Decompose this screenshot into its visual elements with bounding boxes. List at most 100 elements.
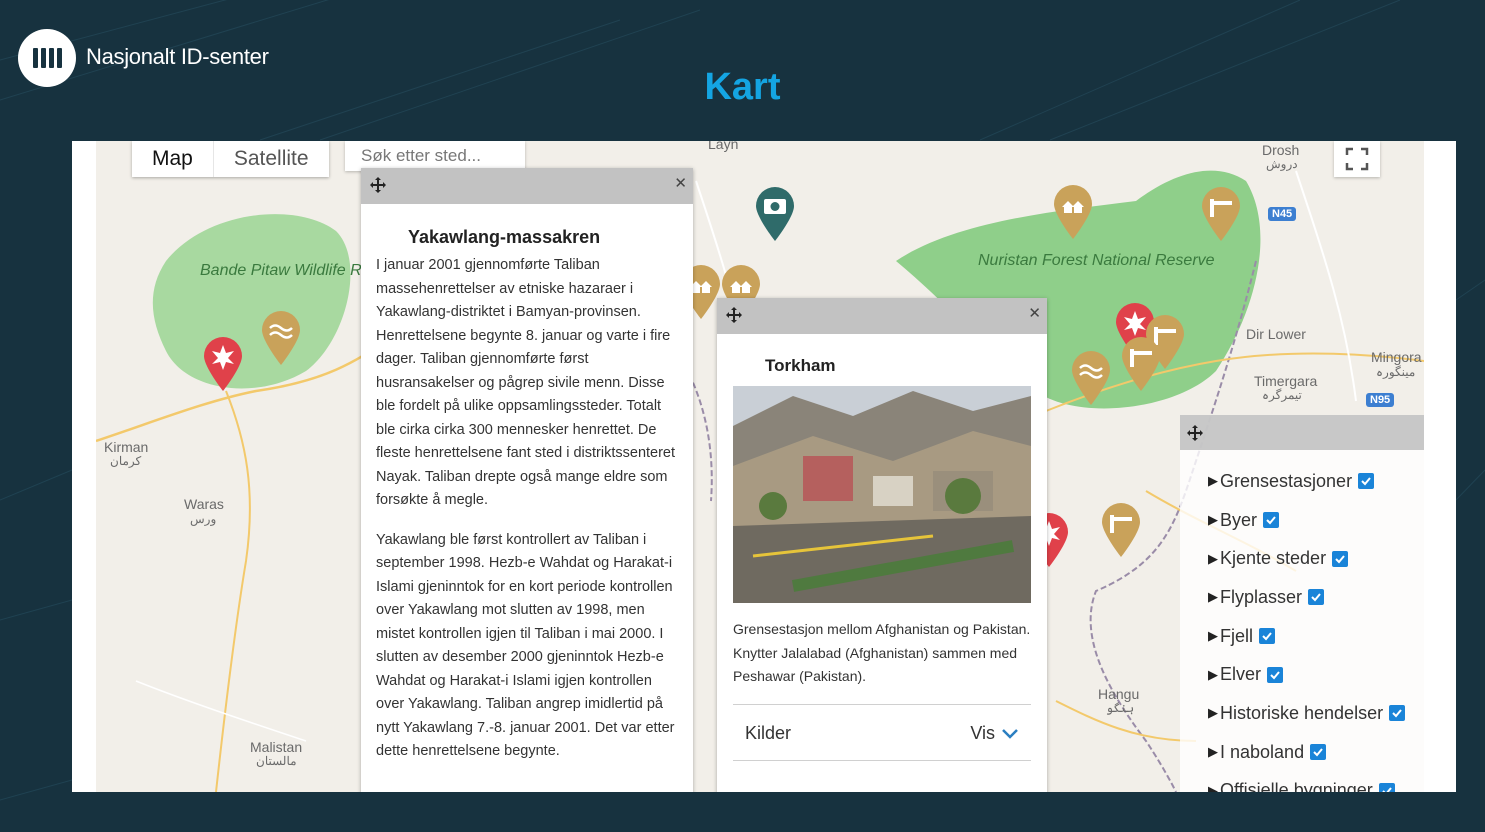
label-malistan: Malistan — [250, 739, 303, 755]
place-search-input[interactable]: Søk etter sted... — [345, 141, 525, 171]
expand-triangle-icon[interactable]: ▶ — [1208, 551, 1218, 567]
sources-toggle[interactable]: Vis — [970, 723, 1019, 744]
label-waras: Waras — [184, 496, 224, 512]
layer-fjell[interactable]: ▶ Fjell — [1180, 617, 1424, 656]
gate-icon[interactable] — [1100, 503, 1142, 557]
move-icon[interactable] — [1186, 424, 1204, 442]
label-hangu-local: ہنگو — [1106, 701, 1135, 715]
label-kirman: Kirman — [104, 439, 149, 455]
check-icon — [1335, 555, 1345, 564]
popup-drag-bar[interactable] — [1180, 415, 1424, 450]
layer-checkbox[interactable] — [1358, 473, 1375, 490]
check-icon — [1361, 477, 1371, 486]
gate-icon[interactable] — [1200, 187, 1242, 241]
check-icon — [1311, 593, 1321, 602]
sources-toggle-label: Vis — [970, 723, 995, 743]
label-drosh: Drosh — [1262, 142, 1300, 158]
popup-drag-bar[interactable]: ✕ — [361, 168, 693, 204]
map-type-control: Map Satellite — [132, 141, 329, 177]
expand-triangle-icon[interactable]: ▶ — [1208, 744, 1218, 760]
map-type-map-button[interactable]: Map — [132, 141, 213, 177]
layer-checkbox[interactable] — [1267, 666, 1284, 683]
popup-body: I januar 2001 gjennomførte Taliban masse… — [376, 254, 683, 764]
layer-checkbox[interactable] — [1378, 782, 1395, 792]
road-badge-n95: N95 — [1366, 393, 1395, 407]
sources-label: Kilder — [745, 723, 792, 743]
label-hangu: Hangu — [1098, 686, 1140, 702]
popup-description: Grensestasjon mellom Afghanistan og Paki… — [733, 621, 1031, 684]
label-mingora-local: مینگورہ — [1376, 365, 1416, 379]
expand-triangle-icon[interactable]: ▶ — [1208, 512, 1218, 528]
expand-triangle-icon[interactable]: ▶ — [1208, 628, 1218, 644]
label-timergara: Timergara — [1254, 373, 1318, 389]
layer-label: Grensestasjoner — [1220, 470, 1353, 491]
sources-accordion[interactable]: Kilder Vis — [733, 704, 1031, 761]
check-icon — [1262, 632, 1272, 641]
layer-elver[interactable]: ▶ Elver — [1180, 655, 1424, 694]
camera-icon[interactable] — [754, 187, 796, 241]
expand-triangle-icon[interactable]: ▶ — [1208, 667, 1218, 683]
check-icon — [1270, 671, 1280, 680]
map-type-satellite-button[interactable]: Satellite — [212, 141, 329, 177]
logo-mark-icon — [32, 48, 62, 68]
popup-paragraph: Yakawlang ble først kontrollert av Talib… — [376, 531, 675, 760]
close-icon[interactable]: ✕ — [674, 176, 687, 191]
popup-paragraph: I januar 2001 gjennomførte Taliban masse… — [376, 257, 676, 508]
popup-torkham: ✕ Torkham Grensestasjon mellom Afghanist… — [717, 298, 1047, 792]
layer-label: Kjente steder — [1220, 548, 1327, 569]
popup-title: Torkham — [765, 356, 836, 375]
road-badge-n45: N45 — [1268, 207, 1297, 221]
layer-label: Elver — [1220, 664, 1262, 685]
map-canvas[interactable]: Bande Pitaw Wildlife Refuge Nuristan For… — [96, 141, 1424, 792]
layer-checkbox[interactable] — [1259, 628, 1276, 645]
popup-drag-bar[interactable]: ✕ — [717, 298, 1047, 334]
gate-icon[interactable] — [1120, 337, 1162, 391]
label-kirman-local: کرمان — [110, 454, 142, 468]
layer-checkbox[interactable] — [1310, 744, 1327, 761]
expand-triangle-icon[interactable]: ▶ — [1208, 473, 1218, 489]
layer-kjente-steder[interactable]: ▶ Kjente steder — [1180, 539, 1424, 578]
layer-checkbox[interactable] — [1332, 550, 1349, 567]
layer-byer[interactable]: ▶ Byer — [1180, 501, 1424, 540]
label-nuristan: Nuristan Forest National Reserve — [978, 252, 1215, 269]
chevron-down-icon — [1002, 728, 1018, 739]
layer-list: ▶ Grensestasjoner ▶ Byer ▶ Kjente steder ▶ F… — [1180, 450, 1424, 792]
house-icon[interactable] — [1052, 185, 1094, 239]
layer-label: Fjell — [1220, 625, 1254, 646]
move-icon[interactable] — [725, 306, 743, 324]
layer-checkbox[interactable] — [1389, 705, 1406, 722]
check-icon — [1382, 787, 1392, 792]
river-icon[interactable] — [1070, 351, 1112, 405]
close-icon[interactable]: ✕ — [1028, 306, 1041, 321]
fullscreen-button[interactable] — [1334, 141, 1380, 177]
popup-title: Yakawlang-massakren — [408, 227, 601, 247]
layer-checkbox[interactable] — [1308, 589, 1325, 606]
label-dir-lower: Dir Lower — [1246, 326, 1306, 342]
layer-label: Historiske hendelser — [1220, 702, 1384, 723]
layers-panel: ▶ Grensestasjoner ▶ Byer ▶ Kjente steder ▶ F… — [1180, 415, 1424, 792]
label-drosh-local: دروش — [1266, 157, 1298, 171]
expand-triangle-icon[interactable]: ▶ — [1208, 589, 1218, 605]
torkham-photo — [733, 386, 1031, 603]
check-icon — [1392, 709, 1402, 718]
check-icon — [1266, 516, 1276, 525]
label-malistan-local: مالستان — [256, 754, 297, 768]
page-title: Kart — [704, 66, 781, 108]
river-icon[interactable] — [260, 311, 302, 365]
layer-flyplasser[interactable]: ▶ Flyplasser — [1180, 578, 1424, 617]
fullscreen-icon — [1345, 147, 1369, 171]
label-waras-local: ورس — [190, 512, 217, 526]
check-icon — [1313, 748, 1323, 757]
layer-grensestasjoner[interactable]: ▶ Grensestasjoner — [1180, 462, 1424, 501]
layer-checkbox[interactable] — [1263, 512, 1280, 529]
expand-triangle-icon[interactable]: ▶ — [1208, 705, 1218, 721]
popup-yakawlang: ✕ Yakawlang-massakren I januar 2001 gjen… — [361, 168, 693, 792]
move-icon[interactable] — [369, 176, 387, 194]
layer-label: Offisielle bygninger — [1220, 780, 1373, 792]
star-icon[interactable] — [202, 337, 244, 391]
expand-triangle-icon[interactable]: ▶ — [1208, 783, 1218, 792]
layer-offisielle-bygninger[interactable]: ▶ Offisielle bygninger — [1180, 772, 1424, 792]
layer-label: Byer — [1220, 509, 1258, 530]
layer-i-naboland[interactable]: ▶ I naboland — [1180, 733, 1424, 772]
layer-historiske-hendelser[interactable]: ▶ Historiske hendelser — [1180, 694, 1424, 733]
